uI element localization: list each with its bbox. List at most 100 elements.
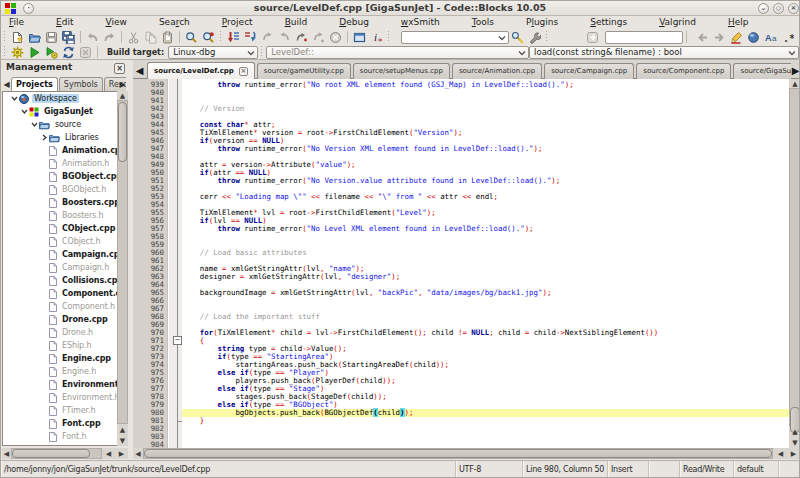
editor-scroll-left2-icon[interactable]: ◀	[774, 448, 787, 459]
menu-edit[interactable]: Edit	[40, 16, 89, 29]
match-case-icon[interactable]: Aa	[762, 30, 779, 44]
menu-search[interactable]: Search	[143, 16, 206, 29]
tree-item-label[interactable]: EShip.h	[60, 341, 93, 350]
title-bar[interactable]: · source/LevelDef.cpp [GigaSunJet] - Cod…	[1, 1, 799, 16]
code-editor[interactable]: 939 throw runtime_error("No root XML ele…	[133, 79, 800, 448]
menu-wxsmith[interactable]: wxSmith	[385, 16, 456, 29]
menu-settings[interactable]: Settings	[574, 16, 643, 29]
toolbar-grip[interactable]	[2, 46, 8, 58]
regex-icon[interactable]: .*	[779, 30, 796, 44]
toolbar-grip[interactable]	[218, 31, 224, 43]
fold-collapse-icon[interactable]: −	[173, 336, 182, 345]
editor-scroll-right-icon[interactable]: ▶	[787, 448, 800, 459]
find-in-files-icon[interactable]	[200, 30, 217, 44]
code-line-968[interactable]: 968 // Load the important stuff	[133, 313, 800, 321]
toolbar-grip[interactable]	[2, 31, 8, 43]
tree-hscrollbar-thumb[interactable]	[12, 449, 90, 458]
tree-item-drone-h[interactable]: Drone.h	[3, 326, 127, 339]
tree-item-bgobject-h[interactable]: BGObject.h	[3, 183, 127, 196]
various-info-icon[interactable]: i	[368, 30, 385, 44]
tree-item-label[interactable]: Collisions.cpp	[60, 276, 125, 285]
editor-tab-source-Animation-cpp[interactable]: source/Animation.cpp	[452, 63, 542, 79]
editor-scroll-up-icon[interactable]: ▲	[789, 79, 800, 88]
tree-item-font-h[interactable]: Font.h	[3, 430, 127, 443]
tree-item-libraries[interactable]: Libraries	[3, 131, 127, 144]
tree-item-engine-h[interactable]: Engine.h	[3, 365, 127, 378]
code-line-963[interactable]: 963 designer = xmlGetStringAttr(lvl, "de…	[133, 273, 800, 281]
tree-item-animation-cpp[interactable]: Animation.cpp	[3, 144, 127, 157]
tree-item-label[interactable]: CObject.h	[60, 237, 102, 246]
toolbar-grip[interactable]	[544, 31, 550, 43]
code-line-947[interactable]: 947 throw runtime_error("No Version XML …	[133, 145, 800, 153]
tree-scroll-left-icon[interactable]: ◀	[2, 448, 11, 459]
next-instruction-icon[interactable]	[293, 30, 310, 44]
debug-run-to-cursor-icon[interactable]	[225, 30, 242, 44]
incsearch-combo[interactable]	[401, 31, 509, 44]
scrollbar-track[interactable]	[789, 88, 800, 426]
code-line-980[interactable]: 980 bgObjects.push_back(BGObjectDef(chil…	[133, 409, 800, 417]
tree-item-bgobject-cpp[interactable]: BGObject.cpp	[3, 170, 127, 183]
toolbar-grip[interactable]	[386, 31, 392, 43]
settings-wrench-icon[interactable]	[526, 30, 543, 44]
build-target-combo[interactable]: Linux-dbg	[168, 46, 258, 59]
run-play-icon[interactable]	[26, 45, 43, 59]
tree-item-label[interactable]: Boosters.h	[60, 211, 106, 220]
build-gear-icon[interactable]	[9, 45, 26, 59]
tree-scroll-down-icon[interactable]: ▼	[117, 435, 128, 446]
expander-open-icon[interactable]	[10, 94, 19, 103]
tree-item-label[interactable]: FTimer.h	[60, 406, 97, 415]
editor-tab-source-Component-cpp[interactable]: source/Component.cpp	[636, 63, 731, 79]
editor-tab-source-setupMenus-cpp[interactable]: source/setupMenus.cpp	[353, 63, 450, 79]
tree-item-font-cpp[interactable]: Font.cpp	[3, 417, 127, 430]
tree-item-ftimer-h[interactable]: FTimer.h	[3, 404, 127, 417]
maximize-button[interactable]: ◇	[773, 3, 784, 14]
editor-vertical-scrollbar[interactable]: ▲ ▲ ▼	[789, 79, 800, 448]
menu-debug[interactable]: Debug	[323, 16, 385, 29]
menu-help[interactable]: Help	[712, 16, 765, 29]
editor-horizontal-scrollbar[interactable]: ◀ ◀ ▶	[133, 448, 800, 459]
tab-close-icon[interactable]: ×	[239, 67, 248, 76]
code-line-982[interactable]: 982	[133, 425, 800, 433]
tree-item-label[interactable]: source	[53, 120, 83, 129]
editor-scroll-down-icon[interactable]: ▼	[789, 437, 800, 448]
tree-item-label[interactable]: Engine.cpp	[60, 354, 113, 363]
menu-view[interactable]: View	[90, 16, 143, 29]
tree-item-label[interactable]: Libraries	[63, 133, 101, 142]
tree-item-campaign-h[interactable]: Campaign.h	[3, 261, 127, 274]
tree-scroll-left2-icon[interactable]: ◀	[102, 448, 115, 459]
editor-hscrollbar-thumb[interactable]	[144, 449, 772, 458]
tree-item-label[interactable]: Campaign.h	[60, 263, 111, 272]
code-line-983[interactable]: 983	[133, 433, 800, 441]
close-button[interactable]: ×	[788, 3, 799, 14]
tree-item-label[interactable]: Animation.h	[60, 159, 111, 168]
tree-item-label[interactable]: CObject.cpp	[60, 224, 117, 233]
tree-item-gigasunjet[interactable]: GigaSunJet	[3, 105, 127, 118]
tree-item-label[interactable]: Environment.h	[60, 393, 121, 402]
save-all-icon[interactable]	[60, 30, 77, 44]
tree-item-source[interactable]: source	[3, 118, 127, 131]
editor-tabs-scroll-right-icon[interactable]: ▶	[790, 64, 800, 77]
expander-open-icon[interactable]	[30, 120, 39, 129]
editor-tabs-scroll-left-icon[interactable]: ◀	[134, 64, 145, 77]
tree-item-label[interactable]: Font.cpp	[60, 419, 103, 428]
tree-scroll-up2-icon[interactable]: ▲	[117, 424, 128, 435]
editor-scroll-left-icon[interactable]: ◀	[133, 448, 143, 459]
tree-item-cobject-cpp[interactable]: CObject.cpp	[3, 222, 127, 235]
debug-next-line-icon[interactable]	[242, 30, 259, 44]
menu-project[interactable]: Project	[206, 16, 269, 29]
editor-tab-source-Campaign-cpp[interactable]: source/Campaign.cpp	[544, 63, 634, 79]
scope-combo[interactable]: LevelDef::	[266, 46, 529, 59]
line-number[interactable]: 984	[133, 441, 168, 448]
code-line-960[interactable]: 960 // Load basic attributes	[133, 249, 800, 257]
selected-text-sphere-icon[interactable]	[745, 30, 762, 44]
expander-open-icon[interactable]	[20, 107, 29, 116]
code-line-958[interactable]: 958	[133, 233, 800, 241]
tree-item-label[interactable]: GigaSunJet	[42, 107, 95, 116]
tree-item-label[interactable]: Font.h	[60, 432, 88, 441]
editor-scroll-up2-icon[interactable]: ▲	[789, 426, 800, 437]
tree-scroll-up-icon[interactable]: ▲	[117, 91, 128, 100]
tree-item-boosters-cpp[interactable]: Boosters.cpp	[3, 196, 127, 209]
menu-file[interactable]: File	[1, 16, 40, 29]
menu-build[interactable]: Build	[269, 16, 324, 29]
tree-item-label[interactable]: Boosters.cpp	[60, 198, 122, 207]
